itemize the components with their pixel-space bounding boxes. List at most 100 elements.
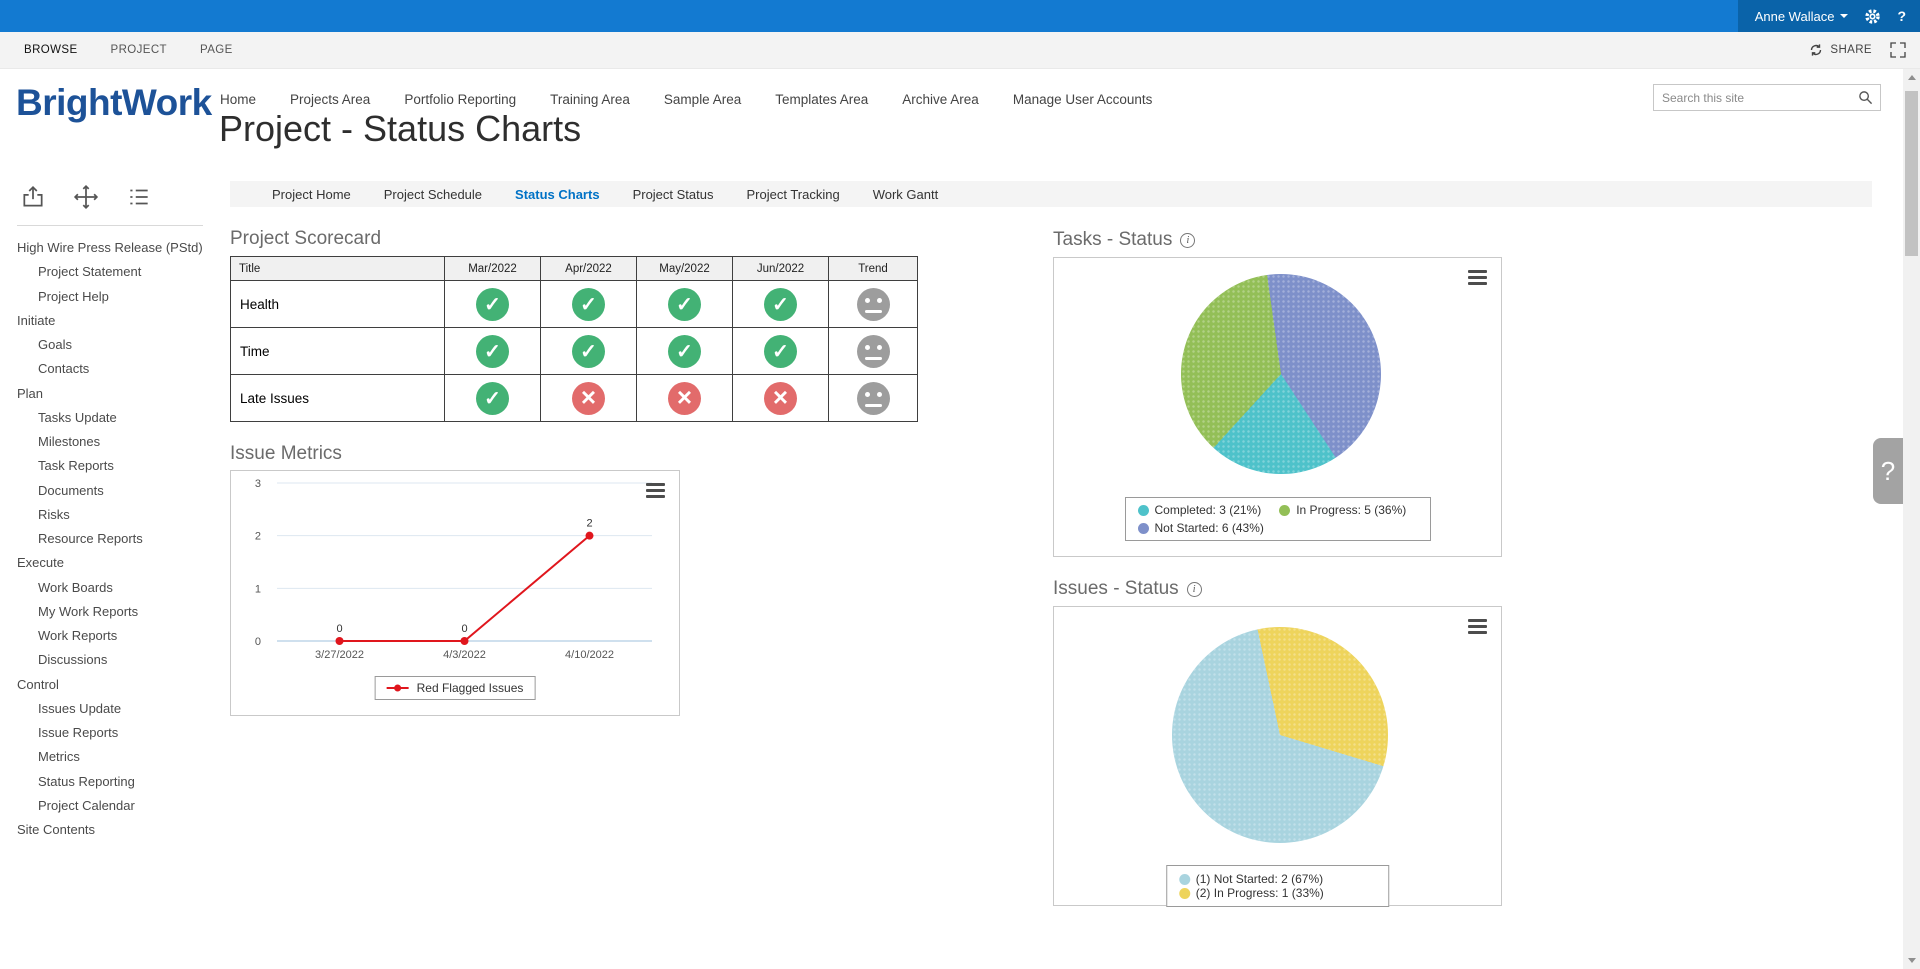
scroll-up-icon[interactable] — [1903, 69, 1920, 86]
scorecard-cell: ✓ — [541, 328, 637, 375]
search-input[interactable] — [1662, 91, 1858, 105]
move-icon[interactable] — [73, 184, 99, 210]
sidebar-item-my-work-reports[interactable]: My Work Reports — [17, 600, 217, 624]
legend-swatch — [1179, 874, 1190, 885]
ribbon-tab-browse[interactable]: BROWSE — [24, 44, 78, 56]
sidebar-item-control[interactable]: Control — [17, 673, 217, 697]
topnav-item-templates-area[interactable]: Templates Area — [775, 92, 868, 107]
neutral-icon — [857, 288, 890, 321]
subnav-item-project-status[interactable]: Project Status — [633, 187, 714, 202]
issues-pie-legend: (1) Not Started: 2 (67%)(2) In Progress:… — [1166, 865, 1390, 907]
sidebar-item-site-contents[interactable]: Site Contents — [17, 818, 217, 842]
subnav-item-project-tracking[interactable]: Project Tracking — [747, 187, 840, 202]
scorecard-cell: × — [637, 375, 733, 422]
sidebar-item-resource-reports[interactable]: Resource Reports — [17, 527, 217, 551]
scorecard-cell: × — [541, 375, 637, 422]
sidebar-item-project-statement[interactable]: Project Statement — [17, 260, 217, 284]
sidebar-item-work-reports[interactable]: Work Reports — [17, 624, 217, 648]
topnav-item-sample-area[interactable]: Sample Area — [664, 92, 741, 107]
share-button[interactable]: SHARE — [1830, 44, 1872, 56]
scorecard-cell — [829, 328, 918, 375]
top-nav: Home Projects Area Portfolio Reporting Trai… — [220, 92, 1152, 107]
vertical-scrollbar[interactable] — [1903, 69, 1920, 969]
scorecard-cell: ✓ — [445, 328, 541, 375]
sidebar-item-plan[interactable]: Plan — [17, 382, 217, 406]
legend-line-marker — [387, 687, 409, 689]
sidebar-item-tasks-update[interactable]: Tasks Update — [17, 406, 217, 430]
svg-text:3/27/2022: 3/27/2022 — [315, 649, 364, 661]
sidebar-item-status-reporting[interactable]: Status Reporting — [17, 770, 217, 794]
edit-links-icon[interactable] — [126, 184, 152, 210]
legend-label: Completed: 3 (21%) — [1155, 503, 1262, 517]
scorecard-title: Project Scorecard — [230, 228, 381, 250]
sidebar-item-initiate[interactable]: Initiate — [17, 309, 217, 333]
info-icon[interactable] — [1180, 233, 1195, 248]
sidebar-item-discussions[interactable]: Discussions — [17, 648, 217, 672]
scorecard-cell — [829, 375, 918, 422]
scrollbar-thumb[interactable] — [1905, 91, 1918, 256]
sidebar-item-goals[interactable]: Goals — [17, 333, 217, 357]
ribbon-tab-page[interactable]: PAGE — [200, 44, 233, 56]
settings-gear-icon[interactable] — [1864, 8, 1881, 25]
sidebar-item-contacts[interactable]: Contacts — [17, 357, 217, 381]
topnav-item-projects-area[interactable]: Projects Area — [290, 92, 370, 107]
topnav-item-portfolio-reporting[interactable]: Portfolio Reporting — [404, 92, 516, 107]
subnav-item-work-gantt[interactable]: Work Gantt — [873, 187, 939, 202]
check-icon: ✓ — [668, 288, 701, 321]
scorecard-cell: ✓ — [541, 281, 637, 328]
neutral-icon — [857, 335, 890, 368]
svg-text:1: 1 — [255, 583, 261, 595]
legend-label: (2) In Progress: 1 (33%) — [1196, 886, 1324, 900]
sidebar-item-risks[interactable]: Risks — [17, 503, 217, 527]
sidebar-icons — [20, 184, 217, 210]
tasks-pie — [1181, 274, 1381, 474]
sidebar-item-issues-update[interactable]: Issues Update — [17, 697, 217, 721]
ribbon-tab-project[interactable]: PROJECT — [111, 44, 167, 56]
svg-text:2: 2 — [586, 518, 592, 530]
help-icon[interactable]: ? — [1897, 8, 1906, 24]
subnav-item-project-home[interactable]: Project Home — [272, 187, 351, 202]
sidebar-item-execute[interactable]: Execute — [17, 551, 217, 575]
focus-icon[interactable] — [1890, 42, 1906, 61]
topnav-item-training-area[interactable]: Training Area — [550, 92, 630, 107]
topnav-item-manage-user-accounts[interactable]: Manage User Accounts — [1013, 92, 1153, 107]
sidebar-item-metrics[interactable]: Metrics — [17, 745, 217, 769]
sidebar-item-project-calendar[interactable]: Project Calendar — [17, 794, 217, 818]
project-scorecard-table: TitleMar/2022Apr/2022May/2022Jun/2022Tre… — [230, 256, 918, 422]
scorecard-cell: ✓ — [733, 281, 829, 328]
legend-item-in-progress-5-36: In Progress: 5 (36%) — [1279, 503, 1406, 517]
sidebar-item-issue-reports[interactable]: Issue Reports — [17, 721, 217, 745]
issues-pie — [1172, 627, 1388, 843]
sidebar-item-work-boards[interactable]: Work Boards — [17, 576, 217, 600]
user-menu[interactable]: Anne Wallace — [1755, 9, 1849, 24]
user-name: Anne Wallace — [1755, 9, 1835, 24]
scorecard-row-late-issues: Late Issues✓××× — [231, 375, 918, 422]
scorecard-col-apr-2022: Apr/2022 — [541, 257, 637, 281]
sidebar-item-project-help[interactable]: Project Help — [17, 285, 217, 309]
suite-bar-left — [0, 0, 1738, 32]
scorecard-cell: ✓ — [637, 328, 733, 375]
legend-swatch — [1279, 505, 1290, 516]
brightwork-logo[interactable]: BrightWork — [16, 82, 212, 124]
sidebar-item-documents[interactable]: Documents — [17, 479, 217, 503]
chart-menu-icon[interactable] — [646, 483, 665, 501]
topnav-item-archive-area[interactable]: Archive Area — [902, 92, 979, 107]
sidebar-item-milestones[interactable]: Milestones — [17, 430, 217, 454]
check-icon: ✓ — [764, 288, 797, 321]
subnav-item-status-charts[interactable]: Status Charts — [515, 187, 600, 202]
upload-icon[interactable] — [20, 184, 46, 210]
topnav-item-home[interactable]: Home — [220, 92, 256, 107]
legend-label: Not Started: 6 (43%) — [1155, 521, 1264, 535]
check-icon: ✓ — [572, 288, 605, 321]
scroll-down-icon[interactable] — [1903, 952, 1920, 969]
chart-menu-icon[interactable] — [1468, 619, 1487, 637]
search-box — [1653, 84, 1881, 111]
subnav-item-project-schedule[interactable]: Project Schedule — [384, 187, 482, 202]
sidebar-item-high-wire-press-release-pstd[interactable]: High Wire Press Release (PStd) — [17, 236, 217, 260]
search-icon[interactable] — [1858, 90, 1873, 105]
sidebar-item-task-reports[interactable]: Task Reports — [17, 454, 217, 478]
chart-menu-icon[interactable] — [1468, 270, 1487, 288]
info-icon[interactable] — [1187, 582, 1202, 597]
legend-item-completed-3-21: Completed: 3 (21%) — [1138, 503, 1262, 517]
help-flyout-tab[interactable]: ? — [1873, 438, 1903, 504]
